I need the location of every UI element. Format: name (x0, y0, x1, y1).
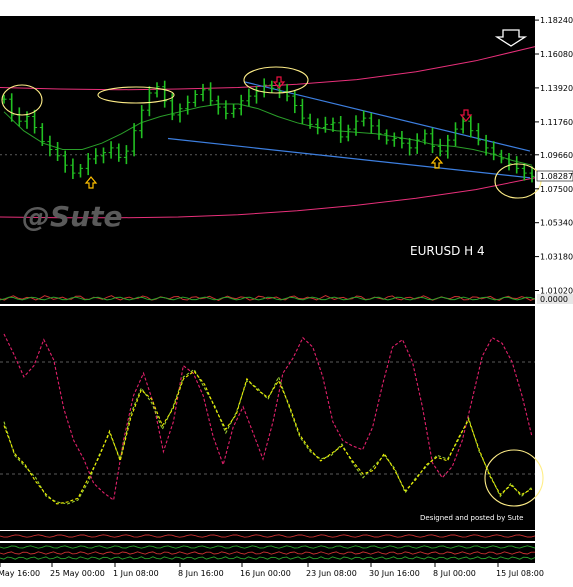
x-tick-label: 23 Jun 08:00 (306, 569, 357, 578)
y-tick-label: 1.16080 (540, 50, 573, 59)
x-tick-label: 1 Jun 08:00 (113, 569, 159, 578)
x-tick-label: May 16:00 (0, 569, 40, 578)
y-tick-label: 1.13920 (540, 84, 573, 93)
symbol-label: EURUSD H 4 (410, 244, 485, 258)
watermark-text: @Sute (22, 200, 122, 233)
x-tick-label: 30 Jun 16:00 (369, 569, 420, 578)
y-tick-label: 1.07500 (540, 185, 573, 194)
y-tick-label: 1.03180 (540, 253, 573, 262)
y-tick-label: 1.05340 (540, 219, 573, 228)
eurusd-h4-chart: 1.18240 1.16080 1.13920 1.11760 1.09660 1.075… (0, 0, 573, 583)
x-tick-label: 16 Jun 00:00 (240, 569, 291, 578)
x-tick-label: 8 Jun 16:00 (178, 569, 224, 578)
credit-text: Designed and posted by Sute (420, 514, 523, 522)
current-price-label: 1.08287 (540, 172, 573, 181)
chart-canvas: 1.18240 1.16080 1.13920 1.11760 1.09660 1.075… (0, 0, 573, 583)
x-tick-label: 25 May 00:00 (50, 569, 105, 578)
x-tick-label: 15 Jul 08:00 (496, 569, 544, 578)
y-tick-label: 1.18240 (540, 16, 573, 25)
y-tick-label: 1.09660 (540, 151, 573, 160)
oscillator-value-label: 0.0000 (540, 295, 568, 304)
y-tick-label: 1.11760 (540, 118, 573, 127)
x-tick-label: 8 Jul 00:00 (433, 569, 476, 578)
bottom-strip-1 (0, 531, 535, 541)
